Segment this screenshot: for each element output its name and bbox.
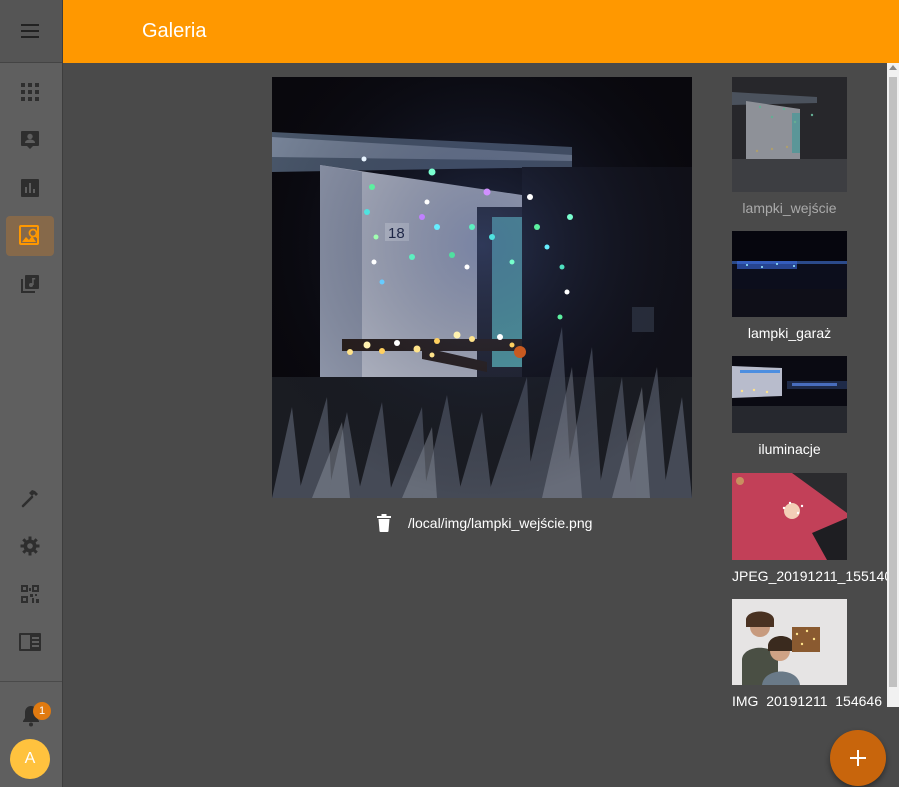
scrollbar-thumb[interactable] [889, 77, 897, 687]
sidebar-item-apps[interactable] [6, 72, 54, 112]
thumbnail-label: iluminacje [758, 441, 821, 457]
page-title: Galeria [142, 20, 207, 42]
sidebar-item-tools[interactable] [6, 478, 54, 518]
bar-chart-icon [21, 179, 39, 197]
hammer-icon [21, 490, 38, 508]
apps-grid-icon [21, 83, 39, 101]
thumbnail-image [732, 473, 847, 560]
thumbnail-label: lampki_wejście [742, 200, 837, 216]
settings-gear-icon [20, 536, 40, 556]
thumbnail-label: JPEG_20191211_155140 [732, 568, 887, 584]
menu-button[interactable] [0, 0, 62, 63]
notification-badge: 1 [33, 702, 51, 720]
app-header: Galeria [63, 0, 899, 63]
thumbnail-scrollbar[interactable] [887, 63, 899, 707]
sidebar-item-gallery[interactable] [6, 216, 54, 256]
sidebar: 1 A [0, 0, 63, 787]
thumbnail-item[interactable]: iluminacje [732, 356, 847, 457]
thumbnail-image [732, 599, 847, 685]
sidebar-item-settings[interactable] [6, 526, 54, 566]
image-path-row: /local/img/lampki_wejście.png [372, 510, 592, 536]
thumbnail-item[interactable]: lampki_wejście [732, 77, 847, 216]
sidebar-item-music[interactable] [6, 264, 54, 304]
thumbnail-label: IMG_20191211_154646 [732, 693, 882, 707]
trash-icon [377, 514, 391, 532]
sidebar-item-qr[interactable] [6, 574, 54, 614]
thumbnail-label: lampki_garaż [747, 325, 832, 341]
contact-card-icon [21, 131, 39, 149]
hamburger-menu-icon [21, 24, 39, 38]
main-image: 18 [272, 77, 692, 498]
thumbnail-image [732, 77, 847, 192]
thumbnail-image [732, 356, 847, 433]
thumbnail-item[interactable]: JPEG_20191211_155140 [732, 473, 887, 584]
image-gallery-icon [19, 225, 40, 245]
music-library-icon [21, 275, 39, 293]
sidebar-item-contacts[interactable] [6, 120, 54, 160]
thumbnail-image [732, 231, 847, 317]
qr-code-icon [21, 585, 39, 603]
image-path: /local/img/lampki_wejście.png [408, 515, 593, 531]
delete-button[interactable] [372, 511, 396, 535]
avatar[interactable]: A [10, 739, 50, 779]
sidebar-item-charts[interactable] [6, 168, 54, 208]
thumbnail-item[interactable]: lampki_garaż [732, 231, 847, 341]
scroll-up-arrow-icon[interactable] [889, 65, 897, 70]
add-image-button[interactable] [830, 730, 886, 786]
info-panel-icon [19, 633, 41, 651]
sidebar-divider [0, 681, 62, 682]
thumbnail-list: lampki_wejście lampki_garaż iluminacje J… [722, 63, 887, 707]
sidebar-item-panel[interactable] [6, 622, 54, 662]
plus-icon [850, 750, 866, 766]
thumbnail-item[interactable]: IMG_20191211_154646 [732, 599, 882, 707]
